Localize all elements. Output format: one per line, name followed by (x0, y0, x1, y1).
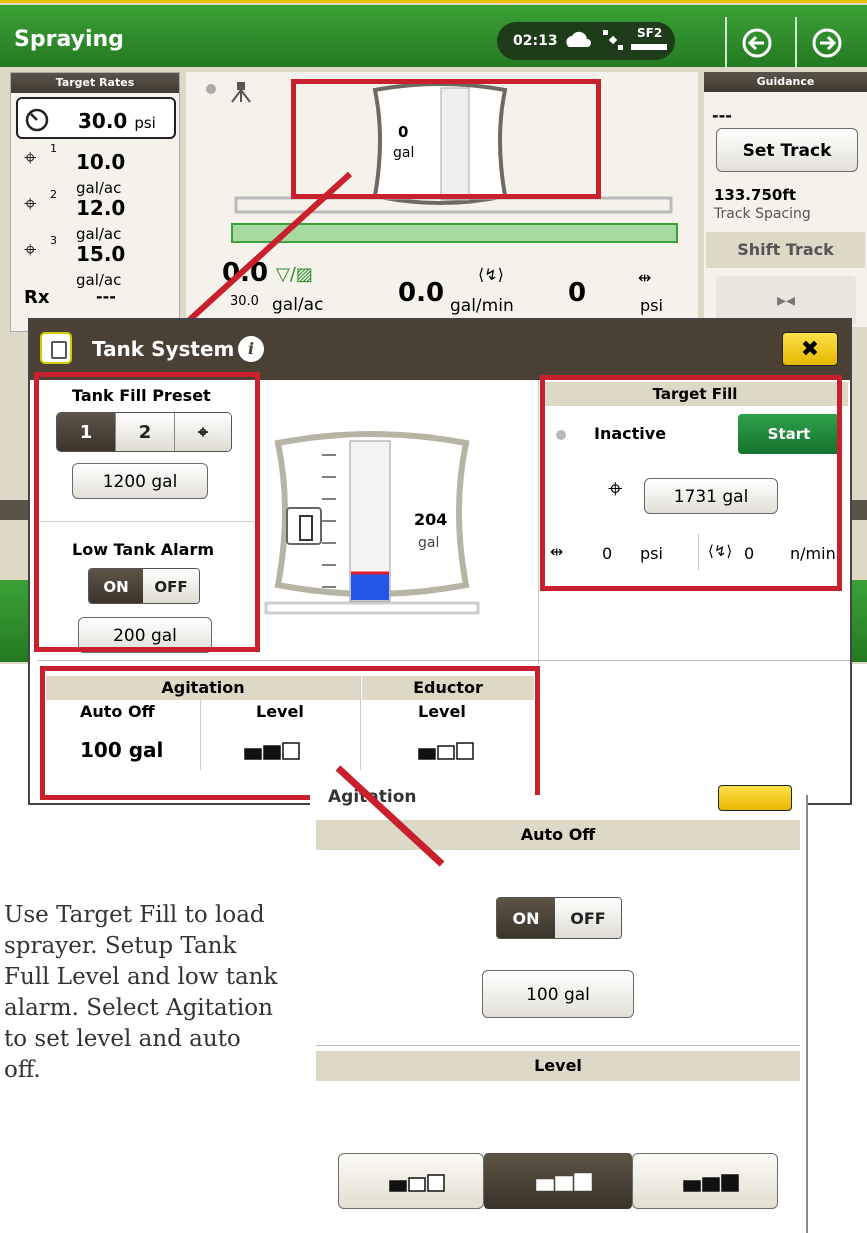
divider (38, 660, 850, 661)
rx-label: Rx (24, 287, 50, 308)
annotation-box-target-fill (540, 375, 842, 591)
clock-text: 02:13 (513, 33, 558, 49)
circle-arrow-right-icon (812, 28, 842, 58)
tank-app-icon (40, 332, 72, 364)
close-icon: ✖ (800, 337, 820, 362)
rate-value: 12.0 (76, 196, 126, 220)
level-1-button[interactable] (338, 1153, 484, 1209)
annotation-pointer-2 (335, 765, 445, 867)
auto-off-value-field[interactable]: 100 gal (482, 970, 634, 1018)
flow-icon: ⟨↯⟩ (478, 265, 504, 284)
level-bars-icon (389, 1174, 445, 1192)
level-bar (702, 1177, 720, 1192)
guidance-header: Guidance (704, 72, 867, 92)
shift-track-header: Shift Track (706, 232, 865, 268)
divider (538, 380, 539, 664)
level-2-button[interactable] (484, 1153, 632, 1209)
rate-value: 15.0 (76, 242, 126, 266)
info-icon[interactable]: i (238, 336, 264, 362)
guidance-dashes: --- (712, 106, 732, 125)
pressure-unit: psi (640, 296, 663, 315)
back-button[interactable] (725, 17, 787, 69)
target-crosshair-icon: ⌖ (24, 192, 37, 217)
level-bar (408, 1177, 426, 1192)
rate-row-3[interactable]: ⌖ 3 15.0 gal/ac (16, 232, 176, 289)
divider (316, 1045, 800, 1046)
page-title: Spraying (14, 27, 124, 52)
pressure-value: 0 (568, 278, 587, 308)
status-led (206, 84, 216, 94)
track-spacing-label: Track Spacing (714, 206, 811, 222)
rate-row-2[interactable]: ⌖ 2 12.0 gal/ac (16, 186, 176, 243)
status-pill[interactable]: 02:13 SF2 (497, 22, 675, 60)
target-crosshair-icon: ⌖ (24, 146, 37, 171)
level-bar (555, 1176, 573, 1191)
top-bar: Spraying 02:13 SF2 (0, 5, 867, 69)
forward-button[interactable] (795, 17, 857, 69)
level-bar (427, 1174, 445, 1192)
rate-row-1[interactable]: ⌖ 1 10.0 gal/ac (16, 140, 176, 197)
annotation-pointer-1 (171, 171, 353, 337)
level-bar (389, 1180, 407, 1192)
toggle-on[interactable]: ON (497, 898, 555, 938)
pressure-gauge-icon (25, 108, 49, 132)
level-bar (683, 1180, 701, 1192)
level-bar (721, 1174, 739, 1192)
tank-display-toggle[interactable] (286, 507, 322, 545)
dialog-header: Tank System i ✖ (30, 320, 850, 380)
level-bar (574, 1173, 592, 1191)
close-button[interactable]: ✖ (782, 332, 838, 366)
annotation-box-tank-fill (34, 372, 260, 652)
rate-value: 10.0 (76, 150, 126, 174)
satellite-icon (603, 30, 623, 50)
annotation-box-agitation (40, 666, 540, 800)
auto-off-toggle[interactable]: ON OFF (496, 897, 622, 939)
level-bars-icon (536, 1173, 592, 1191)
rate-sup: 1 (50, 142, 57, 155)
circle-arrow-left-icon (742, 28, 772, 58)
rate-sup: 3 (50, 234, 57, 247)
rx-value: --- (96, 287, 116, 306)
level-3-button[interactable] (632, 1153, 778, 1209)
toggle-off[interactable]: OFF (555, 898, 621, 938)
signal-bar (631, 44, 667, 50)
level-header: Level (316, 1051, 800, 1081)
large-tank-value: 204 (414, 510, 448, 529)
rate-value: 30.0 (78, 109, 128, 133)
flow-unit: gal/min (450, 296, 514, 316)
track-spacing-value: 133.750ft (714, 186, 797, 204)
pressure-icon: ⇹ (638, 268, 652, 287)
flow-value: 0.0 (398, 278, 445, 308)
large-tank-unit: gal (418, 535, 440, 551)
cloud-icon (566, 31, 591, 47)
target-crosshair-icon: ⌖ (24, 238, 37, 263)
rate-row-pressure[interactable]: 30.0 psi (16, 97, 176, 139)
target-rates-header: Target Rates (11, 73, 179, 93)
close-button[interactable] (718, 785, 792, 811)
rate-sup: 2 (50, 188, 57, 201)
signal-label: SF2 (637, 26, 663, 40)
set-track-button[interactable]: Set Track (716, 128, 858, 172)
rate-row-rx[interactable]: Rx --- (16, 278, 176, 320)
level-bars-icon (683, 1174, 739, 1192)
dialog-title: Tank System (92, 337, 235, 361)
rate-unit: psi (134, 114, 156, 132)
nozzle-icon[interactable] (228, 80, 254, 104)
instruction-caption: Use Target Fill to load sprayer. Setup T… (4, 902, 278, 1083)
level-bar (536, 1179, 554, 1191)
